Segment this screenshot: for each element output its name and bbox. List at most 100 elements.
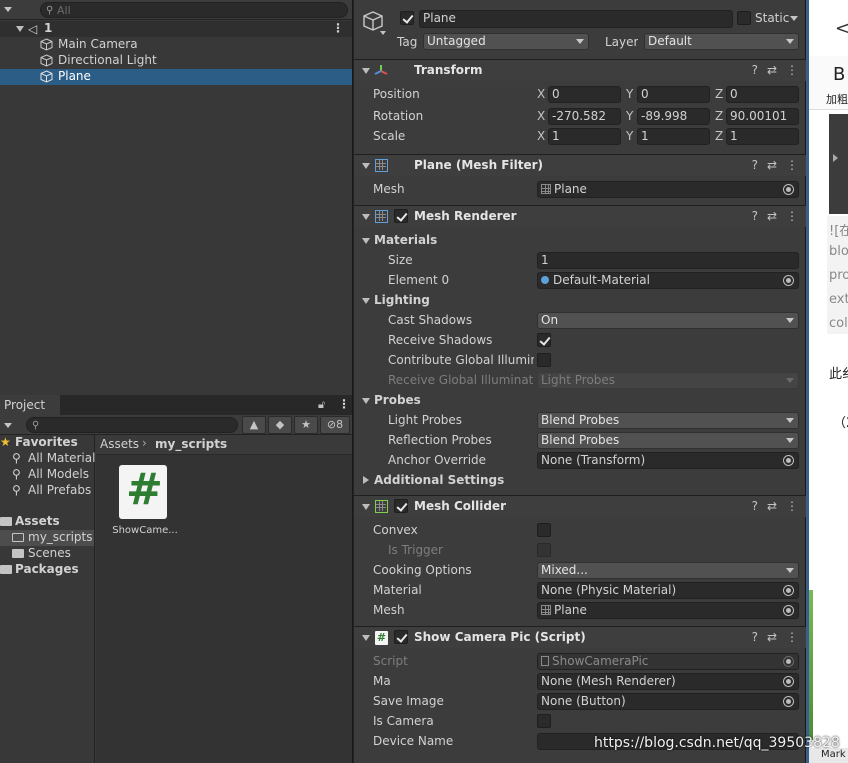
is-camera-checkbox[interactable] xyxy=(537,714,551,728)
packages-folder[interactable]: Packages xyxy=(0,562,94,578)
help-icon[interactable]: ? xyxy=(752,499,758,513)
component-enabled-checkbox[interactable] xyxy=(394,499,408,513)
component-options-icon[interactable]: ⋮ xyxy=(786,630,798,644)
light-probes-dropdown[interactable]: Blend Probes xyxy=(537,412,799,429)
position-x-field[interactable]: 0 xyxy=(548,86,621,103)
fold-icon[interactable] xyxy=(362,238,370,244)
rotation-x-field[interactable]: -270.582 xyxy=(548,108,621,125)
component-enabled-checkbox[interactable] xyxy=(394,630,408,644)
fold-icon[interactable] xyxy=(362,398,370,404)
help-icon[interactable]: ? xyxy=(752,630,758,644)
cast-shadows-dropdown[interactable]: On xyxy=(537,312,799,329)
lock-icon[interactable]: 🔓︎ xyxy=(318,398,325,412)
fold-icon[interactable] xyxy=(362,163,370,169)
materials-foldout[interactable]: Materials xyxy=(374,233,437,247)
create-menu-icon[interactable] xyxy=(4,423,12,428)
object-picker-icon[interactable] xyxy=(783,585,794,596)
transform-header[interactable]: Transform ? ⇄ ⋮ xyxy=(354,59,806,81)
scale-x-field[interactable]: 1 xyxy=(548,128,621,145)
contribute-gi-checkbox[interactable] xyxy=(537,353,551,367)
scene-options-icon[interactable]: ⋮ xyxy=(332,21,344,35)
project-search-input[interactable]: ⚲ xyxy=(26,417,238,433)
materials-size-field[interactable]: 1 xyxy=(537,252,799,269)
probes-foldout[interactable]: Probes xyxy=(374,393,421,407)
favorites-header[interactable]: ★ Favorites xyxy=(0,435,94,451)
scene-row[interactable]: ◁ 1 ⋮ xyxy=(0,21,352,37)
position-z-field[interactable]: 0 xyxy=(726,86,799,103)
lighting-foldout[interactable]: Lighting xyxy=(374,293,430,307)
folder-scenes[interactable]: Scenes xyxy=(0,546,94,562)
help-icon[interactable]: ? xyxy=(752,158,758,172)
axis-z-label[interactable]: Z xyxy=(715,109,723,123)
assets-folder[interactable]: Assets xyxy=(0,514,94,530)
component-options-icon[interactable]: ⋮ xyxy=(786,158,798,172)
object-picker-icon[interactable] xyxy=(783,605,794,616)
fold-icon[interactable] xyxy=(362,635,370,641)
hierarchy-item-main-camera[interactable]: Main Camera xyxy=(0,37,352,53)
search-by-label-button[interactable]: ◆ xyxy=(268,416,292,434)
object-picker-icon[interactable] xyxy=(783,184,794,195)
bold-icon[interactable]: B xyxy=(833,64,845,85)
rotation-z-field[interactable]: 90.00101 xyxy=(726,108,799,125)
object-picker-icon[interactable] xyxy=(783,696,794,707)
collider-mesh-field[interactable]: Plane xyxy=(537,602,799,619)
presets-icon[interactable]: ⇄ xyxy=(767,630,777,644)
fold-icon[interactable] xyxy=(362,68,370,74)
position-y-field[interactable]: 0 xyxy=(637,86,710,103)
tag-dropdown[interactable]: Untagged xyxy=(423,33,589,50)
asset-file-showcamerapic[interactable]: # ShowCame... xyxy=(110,464,180,545)
fold-icon[interactable] xyxy=(362,298,370,304)
rotation-y-field[interactable]: -89.998 xyxy=(637,108,710,125)
help-icon[interactable]: ? xyxy=(752,63,758,77)
static-checkbox[interactable] xyxy=(737,11,751,25)
layer-dropdown[interactable]: Default xyxy=(644,33,799,50)
gameobject-name-field[interactable]: Plane xyxy=(419,10,733,28)
folder-my-scripts[interactable]: my_scripts xyxy=(0,530,94,546)
component-options-icon[interactable]: ⋮ xyxy=(786,499,798,513)
object-picker-icon[interactable] xyxy=(783,676,794,687)
favorite-all-models[interactable]: ⚲ All Models xyxy=(0,467,94,483)
physic-material-field[interactable]: None (Physic Material) xyxy=(537,582,799,599)
component-options-icon[interactable]: ⋮ xyxy=(786,209,798,223)
convex-checkbox[interactable] xyxy=(537,523,551,537)
axis-y-label[interactable]: Y xyxy=(626,109,633,123)
ma-field[interactable]: None (Mesh Renderer) xyxy=(537,673,799,690)
gameobject-active-checkbox[interactable] xyxy=(400,11,414,25)
mesh-collider-header[interactable]: Mesh Collider ? ⇄ ⋮ xyxy=(354,495,806,517)
favorite-all-materials[interactable]: ⚲ All Materials xyxy=(0,451,95,467)
presets-icon[interactable]: ⇄ xyxy=(767,63,777,77)
axis-y-label[interactable]: Y xyxy=(626,129,633,143)
hierarchy-item-plane[interactable]: Plane xyxy=(0,69,352,85)
axis-x-label[interactable]: X xyxy=(537,129,545,143)
component-options-icon[interactable]: ⋮ xyxy=(786,63,798,77)
hierarchy-search-input[interactable]: ⚲ All xyxy=(40,2,348,18)
tab-options-icon[interactable]: ⋮ xyxy=(338,397,350,411)
tab-project[interactable]: Project xyxy=(0,395,60,415)
static-dropdown-icon[interactable] xyxy=(790,16,798,21)
element0-field[interactable]: Default-Material xyxy=(537,272,799,289)
presets-icon[interactable]: ⇄ xyxy=(767,499,777,513)
reflection-probes-dropdown[interactable]: Blend Probes xyxy=(537,432,799,449)
scale-z-field[interactable]: 1 xyxy=(726,128,799,145)
back-icon[interactable]: < xyxy=(835,18,848,39)
additional-settings-foldout[interactable]: Additional Settings xyxy=(374,473,504,487)
hierarchy-menu-icon[interactable] xyxy=(4,7,12,12)
script-header[interactable]: # Show Camera Pic (Script) ? ⇄ ⋮ xyxy=(354,626,806,648)
breadcrumb-assets[interactable]: Assets xyxy=(100,437,139,451)
axis-x-label[interactable]: X xyxy=(537,109,545,123)
favorite-all-prefabs[interactable]: ⚲ All Prefabs xyxy=(0,483,94,499)
fold-icon[interactable] xyxy=(363,476,369,484)
mesh-renderer-header[interactable]: Mesh Renderer ? ⇄ ⋮ xyxy=(354,205,806,227)
favorite-button[interactable]: ★ xyxy=(294,416,318,434)
component-enabled-checkbox[interactable] xyxy=(394,209,408,223)
axis-z-label[interactable]: Z xyxy=(715,87,723,101)
icon-dropdown-icon[interactable] xyxy=(380,31,386,35)
scene-fold-icon[interactable] xyxy=(16,26,24,32)
fold-icon[interactable] xyxy=(362,504,370,510)
presets-icon[interactable]: ⇄ xyxy=(767,209,777,223)
presets-icon[interactable]: ⇄ xyxy=(767,158,777,172)
scale-y-field[interactable]: 1 xyxy=(637,128,710,145)
axis-z-label[interactable]: Z xyxy=(715,129,723,143)
help-icon[interactable]: ? xyxy=(752,209,758,223)
axis-x-label[interactable]: X xyxy=(537,87,545,101)
